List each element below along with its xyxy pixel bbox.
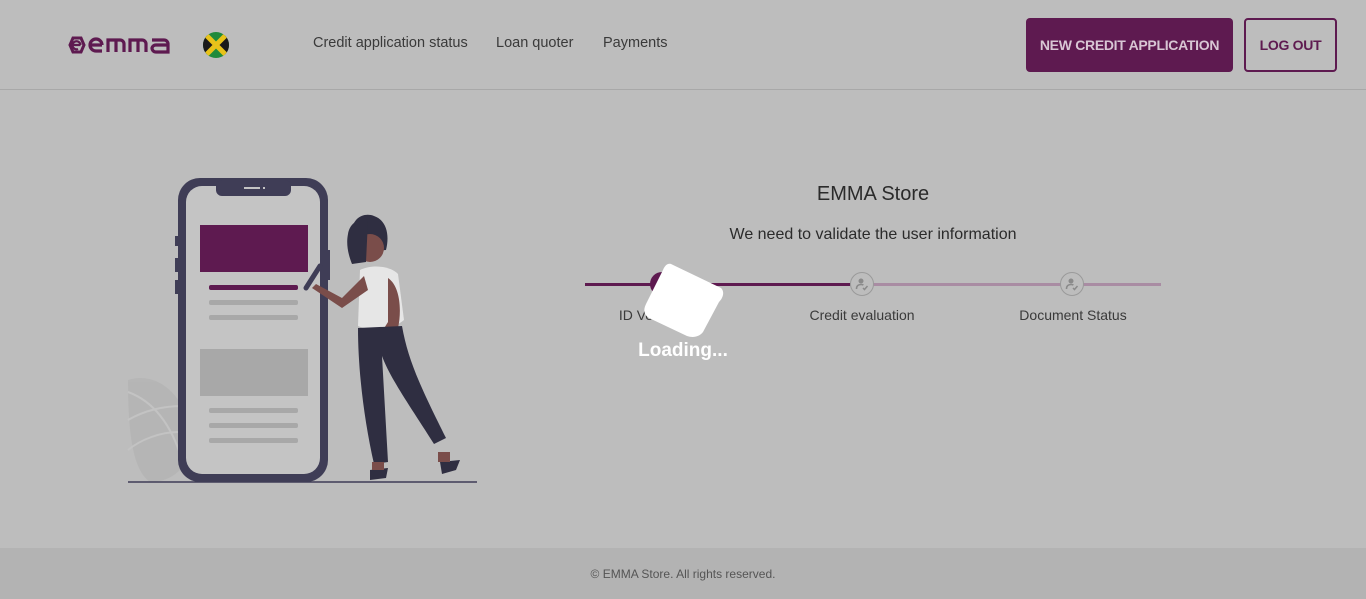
loading-text: Loading... xyxy=(638,340,728,361)
stepper-track-pending xyxy=(850,283,1161,286)
phone-woman-illustration xyxy=(127,178,477,483)
logout-button[interactable]: LOG OUT xyxy=(1244,18,1337,72)
emma-logo[interactable] xyxy=(68,33,193,57)
top-header: Credit application status Loan quoter Pa… xyxy=(0,0,1366,90)
footer-copyright: © EMMA Store. All rights reserved. xyxy=(590,566,776,581)
footer: © EMMA Store. All rights reserved. xyxy=(0,548,1366,599)
step-label-credit-evaluation[interactable]: Credit evaluation xyxy=(809,307,914,323)
new-credit-application-button[interactable]: NEW CREDIT APPLICATION xyxy=(1026,18,1233,72)
step-credit-evaluation-icon[interactable] xyxy=(850,272,874,296)
validation-subtitle: We need to validate the user information xyxy=(729,226,1017,243)
step-label-document-status[interactable]: Document Status xyxy=(1019,307,1126,323)
nav-payments[interactable]: Payments xyxy=(603,35,667,51)
step-document-status-icon[interactable] xyxy=(1060,272,1084,296)
loading-spinner-icon xyxy=(644,263,724,337)
phone-graphic xyxy=(175,178,330,482)
nav-credit-application-status[interactable]: Credit application status xyxy=(313,35,468,51)
nav-loan-quoter[interactable]: Loan quoter xyxy=(496,35,573,51)
store-title: EMMA Store xyxy=(816,183,930,205)
jamaica-flag-icon xyxy=(203,32,229,58)
